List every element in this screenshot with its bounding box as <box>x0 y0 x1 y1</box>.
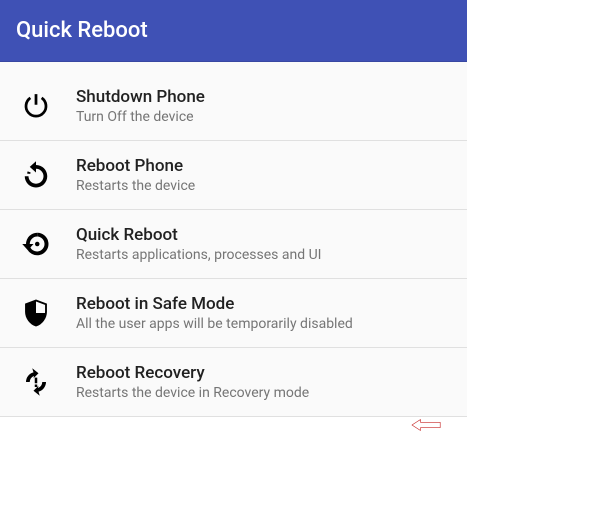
history-icon <box>16 224 56 264</box>
text-wrap: Reboot Recovery Restarts the device in R… <box>76 363 309 401</box>
text-wrap: Shutdown Phone Turn Off the device <box>76 87 205 125</box>
shield-icon <box>16 293 56 333</box>
item-title: Quick Reboot <box>76 225 321 245</box>
text-wrap: Reboot in Safe Mode All the user apps wi… <box>76 294 353 332</box>
app-container: Quick Reboot Shutdown Phone Turn Off the… <box>0 0 467 417</box>
item-title: Reboot in Safe Mode <box>76 294 353 314</box>
option-shutdown-phone[interactable]: Shutdown Phone Turn Off the device <box>0 78 467 141</box>
text-wrap: Quick Reboot Restarts applications, proc… <box>76 225 321 263</box>
option-reboot-recovery[interactable]: Reboot Recovery Restarts the device in R… <box>0 348 467 417</box>
option-safe-mode[interactable]: Reboot in Safe Mode All the user apps wi… <box>0 279 467 348</box>
item-subtitle: Restarts applications, processes and UI <box>76 247 321 263</box>
item-subtitle: Restarts the device <box>76 178 195 194</box>
app-header: Quick Reboot <box>0 0 467 62</box>
item-subtitle: Restarts the device in Recovery mode <box>76 385 309 401</box>
option-reboot-phone[interactable]: Reboot Phone Restarts the device <box>0 141 467 210</box>
recovery-icon <box>16 362 56 402</box>
text-wrap: Reboot Phone Restarts the device <box>76 156 195 194</box>
item-title: Reboot Recovery <box>76 363 309 383</box>
item-title: Reboot Phone <box>76 156 195 176</box>
power-icon <box>16 86 56 126</box>
item-title: Shutdown Phone <box>76 87 205 107</box>
item-subtitle: All the user apps will be temporarily di… <box>76 316 353 332</box>
options-list: Shutdown Phone Turn Off the device Reboo… <box>0 62 467 417</box>
app-title: Quick Reboot <box>16 18 148 43</box>
restart-icon <box>16 155 56 195</box>
item-subtitle: Turn Off the device <box>76 109 205 125</box>
option-quick-reboot[interactable]: Quick Reboot Restarts applications, proc… <box>0 210 467 279</box>
